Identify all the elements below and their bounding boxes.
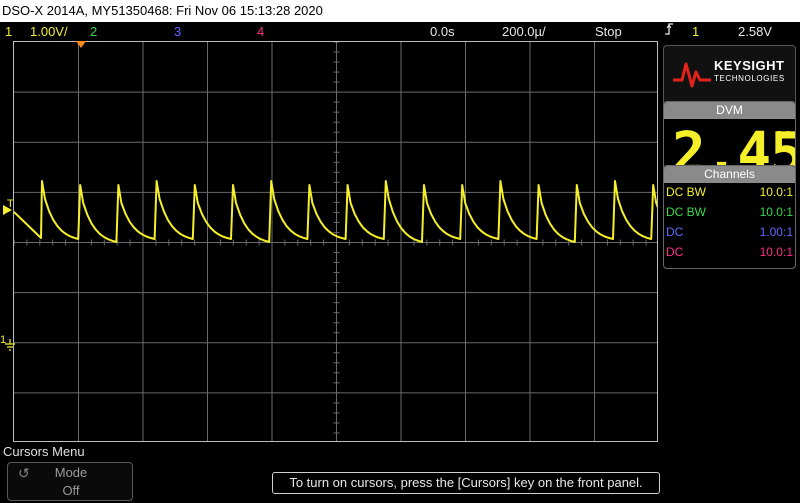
ground-icon <box>5 339 15 351</box>
ch3-probe: 1.00:1 <box>759 225 793 239</box>
ch2-number[interactable]: 2 <box>90 22 97 41</box>
ch1-probe: 10.0:1 <box>759 185 793 199</box>
trigger-arrow-icon <box>3 205 13 218</box>
cursor-mode-value: Off <box>62 483 80 498</box>
status-bar: 1 1.00V/ 2 3 4 0.0s 200.0µ/ Stop 1 2.58V <box>0 22 800 41</box>
logo-brand: KEYSIGHT <box>714 58 785 73</box>
ch3-coupling: DC <box>666 225 684 239</box>
cursor-mode-softkey[interactable]: ↺ Mode Off <box>7 462 133 501</box>
right-panel: KEYSIGHT TECHNOLOGIES DVM 2.45 DC V Chan… <box>659 41 800 403</box>
dvm-title: DVM <box>664 102 795 119</box>
run-state[interactable]: Stop <box>595 22 622 41</box>
window-title: DSO-X 2014A, MY51350468: Fri Nov 06 15:1… <box>0 0 800 22</box>
channel-row-2[interactable]: DC BW 10.0:1 <box>666 203 793 222</box>
ch3-number[interactable]: 3 <box>174 22 181 41</box>
ch4-number[interactable]: 4 <box>257 22 264 41</box>
ch2-probe: 10.0:1 <box>759 205 793 219</box>
keysight-wave-icon <box>673 62 711 88</box>
time-scale[interactable]: 200.0µ/ <box>502 22 546 41</box>
ch4-probe: 10.0:1 <box>759 245 793 259</box>
channel-row-3[interactable]: DC 1.00:1 <box>666 223 793 242</box>
channels-title: Channels <box>664 166 795 183</box>
cursor-mode-label: Mode <box>54 465 88 480</box>
time-offset[interactable]: 0.0s <box>430 22 455 41</box>
help-message: To turn on cursors, press the [Cursors] … <box>272 472 660 494</box>
dvm-mode: DC <box>776 130 791 141</box>
trigger-edge-icon <box>664 22 674 41</box>
time-reference-marker <box>76 41 86 52</box>
ch2-coupling: DC BW <box>666 205 706 219</box>
cursors-menu-title: Cursors Menu <box>3 444 85 459</box>
trigger-level[interactable]: 2.58V <box>738 22 772 41</box>
ch1-ground-marker: 1 <box>0 335 15 351</box>
logo-sub: TECHNOLOGIES <box>714 74 785 83</box>
waveform-display[interactable] <box>13 41 658 442</box>
trigger-channel[interactable]: 1 <box>692 22 699 41</box>
ch1-coupling: DC BW <box>666 185 706 199</box>
channels-panel[interactable]: Channels DC BW 10.0:1 DC BW 10.0:1 DC 1.… <box>663 165 796 269</box>
channel-row-1[interactable]: DC BW 10.0:1 <box>666 183 793 202</box>
ch4-coupling: DC <box>666 245 684 259</box>
ch1-trace <box>14 180 657 243</box>
ch1-waveform <box>14 180 657 243</box>
ch1-scale[interactable]: 1.00V/ <box>30 22 68 41</box>
channel-row-4[interactable]: DC 10.0:1 <box>666 243 793 262</box>
ch1-number[interactable]: 1 <box>5 22 12 41</box>
